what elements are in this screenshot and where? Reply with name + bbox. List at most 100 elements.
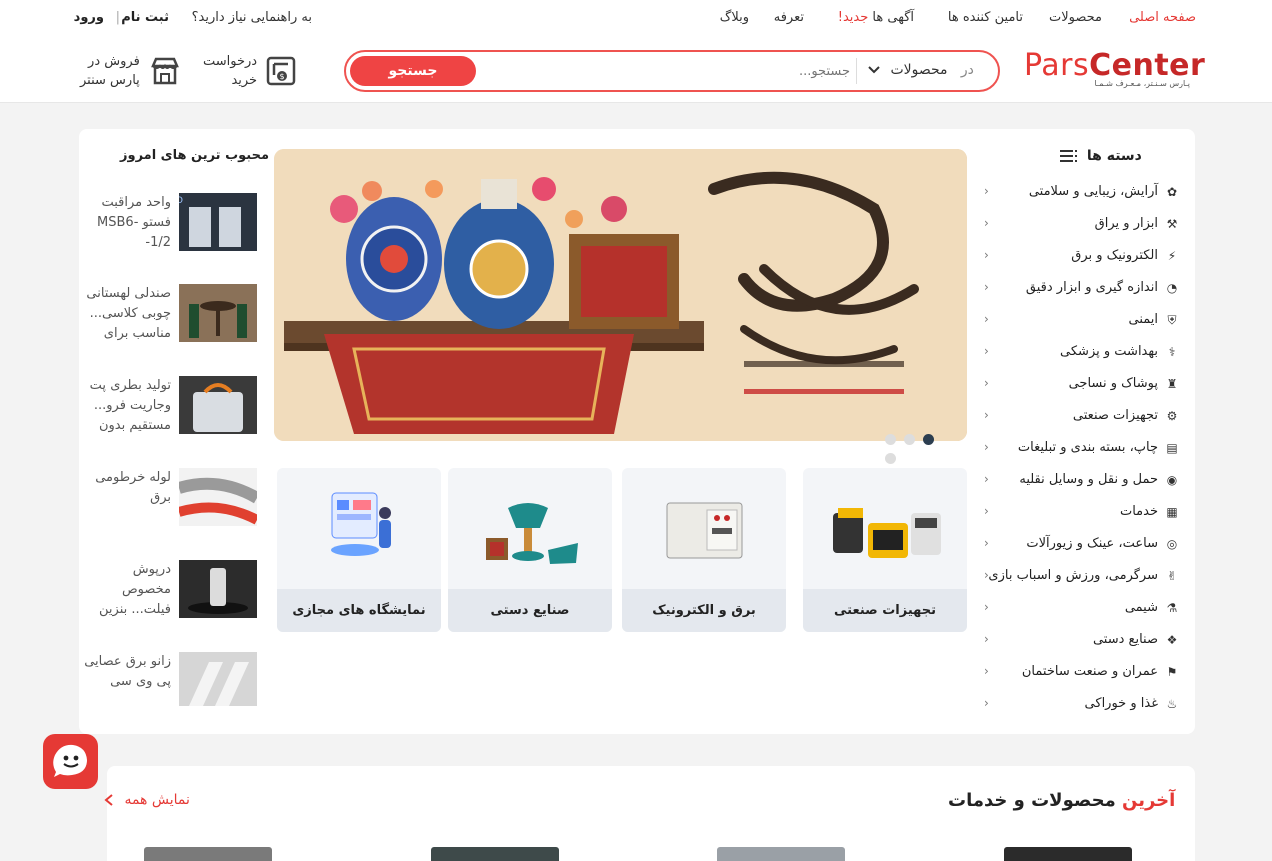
chevron-left-icon: ‹ [984, 664, 989, 678]
tools-icon: ⚒ [1166, 217, 1178, 231]
category-item[interactable]: ⚙ تجهیزات صنعتی ‹ [984, 401, 1180, 433]
tile-label: نمایشگاه های مجازی [277, 589, 441, 632]
sell-link[interactable]: فروش در پارس سنتر [80, 52, 140, 90]
category-label: سرگرمی، ورزش و اسباب بازی [988, 568, 1158, 583]
nav-home[interactable]: صفحه اصلی [1129, 10, 1196, 25]
latest-title: آخرین محصولات و خدمات [948, 790, 1175, 811]
construction-icon: ⚑ [1166, 665, 1178, 679]
sell-line2: پارس سنتر [80, 73, 140, 88]
carousel-dot[interactable] [923, 434, 934, 445]
search-divider [856, 58, 857, 84]
category-label: ساعت، عینک و زیورآلات [1026, 536, 1158, 551]
nav-blog[interactable]: وبلاگ [720, 10, 749, 25]
categories-title-text: دسته ها [1086, 148, 1142, 164]
login-link[interactable]: ورود [74, 10, 104, 25]
electronics-icon: ⚡ [1167, 249, 1177, 263]
category-label: ایمنی [1128, 312, 1158, 327]
category-item[interactable]: ⚗ شیمی ‹ [984, 593, 1180, 625]
register-link[interactable]: ثبت نام [121, 10, 169, 25]
help-text[interactable]: به راهنمایی نیاز دارید؟ [192, 10, 312, 25]
popular-item[interactable]: ESTO واحد مراقبت فستو MSB6- 1/2- [79, 193, 257, 253]
category-item[interactable]: ♨ غذا و خوراکی ‹ [984, 689, 1180, 721]
tile-industrial[interactable]: تجهیزات صنعتی [803, 468, 967, 632]
shirt-icon: ♜ [1166, 377, 1178, 391]
popular-item[interactable]: تولید بطری پت وجاریت فرو... مستقیم بدون [79, 376, 257, 436]
category-item[interactable]: ⚑ عمران و صنعت ساختمان ‹ [984, 657, 1180, 689]
category-item[interactable]: ♜ پوشاک و نساجی ‹ [984, 369, 1180, 401]
latest-product-thumb[interactable] [144, 847, 272, 861]
craft-icon: ❖ [1166, 633, 1178, 647]
services-icon: ▦ [1166, 505, 1178, 519]
stabilizer-image [666, 502, 743, 559]
purchase-request-icon[interactable]: $ [265, 55, 297, 87]
chevron-left-icon: ‹ [984, 536, 989, 550]
power-tools-image [833, 508, 941, 558]
search-scope-label: در [960, 62, 974, 78]
category-label: خدمات [1119, 504, 1158, 519]
purchase-request-link[interactable]: درخواست خرید [203, 52, 257, 90]
show-all-link[interactable]: نمایش همه [104, 792, 190, 808]
latest-title-rest: محصولات و خدمات [948, 790, 1116, 811]
category-item[interactable]: ⛨ ایمنی ‹ [984, 305, 1180, 337]
category-item[interactable]: ▦ خدمات ‹ [984, 497, 1180, 529]
popular-item[interactable]: صندلی لهستانی چوبی کلاسی... مناسب برای [79, 284, 257, 344]
popular-item[interactable]: زانو برق عصایی پی وی سی [79, 652, 257, 712]
flask-icon: ⚗ [1166, 601, 1178, 615]
new-badge: جدید! [837, 10, 869, 25]
nav-ads[interactable]: آگهی ها جدید! [838, 10, 914, 25]
category-item[interactable]: ✌ سرگرمی، ورزش و اسباب بازی ‹ [984, 561, 1180, 593]
tile-handicraft[interactable]: صنایع دستی [448, 468, 612, 632]
industry-icon: ⚙ [1166, 409, 1178, 423]
category-item[interactable]: ⚡ الکترونیک و برق ‹ [984, 241, 1180, 273]
chevron-left-icon: ‹ [984, 408, 989, 422]
chevron-left-icon: ‹ [984, 184, 989, 198]
search-scope-value: محصولات [890, 62, 948, 78]
tile-label: تجهیزات صنعتی [803, 589, 967, 632]
popular-item-text: واحد مراقبت فستو MSB6- 1/2- [97, 195, 171, 250]
nav-suppliers[interactable]: تامین کننده ها [948, 10, 1023, 25]
category-item[interactable]: ◉ حمل و نقل و وسایل نقلیه ‹ [984, 465, 1180, 497]
popular-item-thumb [179, 652, 257, 710]
popular-item[interactable]: لوله خرطومی برق [79, 468, 257, 528]
category-item[interactable]: ✿ آرایش، زیبایی و سلامتی ‹ [984, 177, 1180, 209]
popular-item[interactable]: درپوش مخصوص فیلت... بنزین [79, 560, 257, 620]
category-item[interactable]: ◔ اندازه گیری و ابزار دقیق ‹ [984, 273, 1180, 305]
chat-button[interactable] [43, 734, 98, 789]
chevron-left-icon: ‹ [984, 376, 989, 390]
nav-pricing[interactable]: تعرفه [774, 10, 804, 25]
nav-products[interactable]: محصولات [1049, 10, 1102, 25]
tile-electrical[interactable]: برق و الکترونیک [622, 468, 786, 632]
category-item[interactable]: ◎ ساعت، عینک و زیورآلات ‹ [984, 529, 1180, 561]
category-item[interactable]: ❖ صنایع دستی ‹ [984, 625, 1180, 657]
site-logo[interactable]: ParsCenter پـارس سـنـتر، مـعـرف شـمـا [1024, 50, 1205, 94]
popular-item-thumb [179, 376, 257, 434]
print-icon: ▤ [1166, 441, 1178, 455]
category-item[interactable]: ⚕ بهداشت و پزشکی ‹ [984, 337, 1180, 369]
category-label: شیمی [1124, 600, 1158, 615]
category-label: صنایع دستی [1092, 632, 1158, 647]
chevron-left-icon: ‹ [984, 344, 989, 358]
chevron-left-icon [104, 794, 113, 806]
menu-icon [1060, 150, 1077, 162]
search-scope-select[interactable]: در محصولات [868, 62, 974, 78]
tile-virtual-expo[interactable]: نمایشگاه های مجازی [277, 468, 441, 632]
popular-item-thumb [179, 284, 257, 342]
store-icon[interactable] [150, 56, 180, 86]
search-input[interactable] [486, 60, 850, 82]
latest-product-thumb[interactable] [1004, 847, 1132, 861]
hero-banner[interactable] [274, 149, 967, 441]
carousel-dot[interactable] [904, 434, 915, 445]
carousel-dot[interactable] [885, 434, 896, 445]
category-item[interactable]: ⚒ ابزار و یراق ‹ [984, 209, 1180, 241]
search-button[interactable]: جستجو [350, 56, 476, 86]
chevron-left-icon: ‹ [984, 312, 989, 326]
latest-product-thumb[interactable] [431, 847, 559, 861]
latest-product-thumb[interactable] [717, 847, 845, 861]
search-bar: جستجو در محصولات [344, 50, 1000, 92]
category-item[interactable]: ▤ چاپ، بسته بندی و تبلیغات ‹ [984, 433, 1180, 465]
handicraft-image [486, 503, 578, 564]
nav-ads-label: آگهی ها [872, 10, 914, 25]
chevron-left-icon: ‹ [984, 600, 989, 614]
category-label: اندازه گیری و ابزار دقیق [1025, 280, 1158, 295]
carousel-dot[interactable] [885, 453, 896, 464]
